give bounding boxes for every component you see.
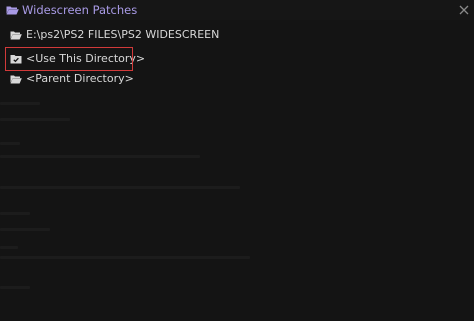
folder-open-icon bbox=[10, 75, 22, 84]
background-texture bbox=[0, 100, 474, 321]
title-bar: Widescreen Patches bbox=[0, 0, 474, 20]
current-path: E:\ps2\PS2 FILES\PS2 WIDESCREEN bbox=[26, 28, 220, 41]
window-title: Widescreen Patches bbox=[22, 3, 138, 17]
parent-directory-item[interactable]: <Parent Directory> bbox=[10, 70, 450, 88]
parent-directory-label: <Parent Directory> bbox=[26, 72, 134, 85]
current-path-row[interactable]: E:\ps2\PS2 FILES\PS2 WIDESCREEN bbox=[10, 26, 450, 44]
folder-open-icon bbox=[10, 31, 22, 40]
selection-highlight bbox=[5, 47, 133, 71]
folder-open-icon bbox=[6, 6, 19, 15]
close-icon[interactable] bbox=[458, 4, 470, 16]
